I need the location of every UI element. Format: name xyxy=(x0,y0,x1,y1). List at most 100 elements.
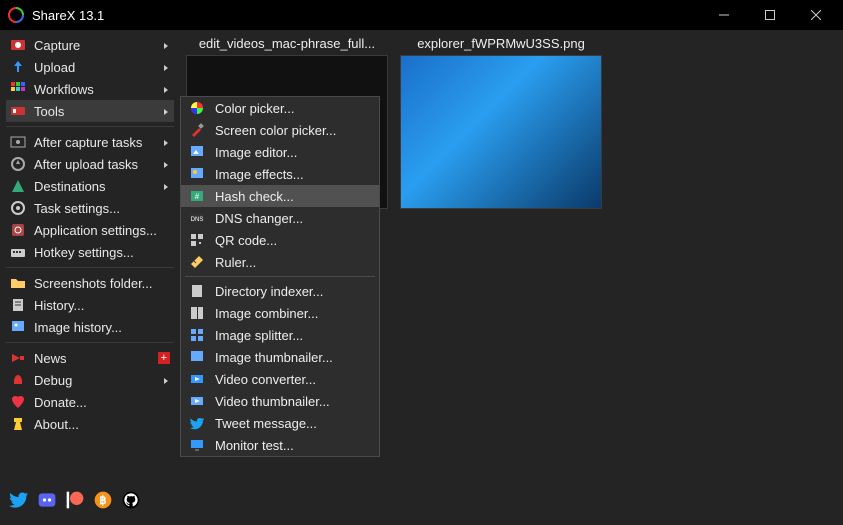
editor-icon xyxy=(189,144,205,160)
separator xyxy=(6,267,174,268)
sidebar-item-capture[interactable]: Capture xyxy=(6,34,174,56)
sidebar-item-label: Task settings... xyxy=(34,201,120,216)
submenu-item-effects[interactable]: Image effects... xyxy=(181,163,379,185)
patreon-icon[interactable] xyxy=(64,489,86,511)
separator xyxy=(6,342,174,343)
chevron-right-icon xyxy=(162,82,170,97)
sidebar-item-label: Image history... xyxy=(34,320,122,335)
sidebar-item-upload[interactable]: Upload xyxy=(6,56,174,78)
submenu-item-vthumb[interactable]: Video thumbnailer... xyxy=(181,390,379,412)
new-badge: + xyxy=(158,352,170,364)
submenu-item-combine[interactable]: Image combiner... xyxy=(181,302,379,324)
sidebar-item-label: Tools xyxy=(34,104,64,119)
chevron-right-icon xyxy=(162,60,170,75)
submenu-item-colorwheel[interactable]: Color picker... xyxy=(181,97,379,119)
folder-icon xyxy=(10,275,26,291)
sidebar-item-label: Screenshots folder... xyxy=(34,276,153,291)
sidebar-item-label: Capture xyxy=(34,38,80,53)
submenu-item-label: Image combiner... xyxy=(215,306,318,321)
sidebar-item-folder[interactable]: Screenshots folder... xyxy=(6,272,174,294)
workflows-icon xyxy=(10,81,26,97)
sidebar-item-app[interactable]: Application settings... xyxy=(6,219,174,241)
submenu-item-pipette[interactable]: Screen color picker... xyxy=(181,119,379,141)
history-icon xyxy=(10,297,26,313)
tweet-icon xyxy=(189,415,205,431)
sidebar-item-debug[interactable]: Debug xyxy=(6,369,174,391)
effects-icon xyxy=(189,166,205,182)
submenu-item-label: Tweet message... xyxy=(215,416,317,431)
chevron-right-icon xyxy=(162,373,170,388)
sidebar-item-hotkey[interactable]: Hotkey settings... xyxy=(6,241,174,263)
sidebar: Capture Upload Workflows Tools After captur… xyxy=(0,30,180,525)
dest-icon xyxy=(10,178,26,194)
maximize-button[interactable] xyxy=(747,0,793,30)
sidebar-item-history[interactable]: History... xyxy=(6,294,174,316)
twitter-icon[interactable] xyxy=(8,489,30,511)
sidebar-item-label: Destinations xyxy=(34,179,106,194)
sidebar-item-dest[interactable]: Destinations xyxy=(6,175,174,197)
submenu-item-label: Monitor test... xyxy=(215,438,294,453)
submenu-item-label: Video thumbnailer... xyxy=(215,394,330,409)
thumbnail-caption: edit_videos_mac-phrase_full... xyxy=(186,36,388,55)
thumb-icon xyxy=(189,349,205,365)
bitcoin-icon[interactable]: ฿ xyxy=(92,489,114,511)
sidebar-item-donate[interactable]: Donate... xyxy=(6,391,174,413)
hotkey-icon xyxy=(10,244,26,260)
submenu-item-label: Hash check... xyxy=(215,189,294,204)
aftercap-icon xyxy=(10,134,26,150)
svg-text:฿: ฿ xyxy=(99,494,107,507)
github-icon[interactable] xyxy=(120,489,142,511)
close-button[interactable] xyxy=(793,0,839,30)
svg-text:DNS: DNS xyxy=(191,217,204,223)
chevron-right-icon xyxy=(162,157,170,172)
minimize-button[interactable] xyxy=(701,0,747,30)
thumbnail-item[interactable]: explorer_fWPRMwU3SS.png xyxy=(400,36,602,209)
submenu-item-dir[interactable]: Directory indexer... xyxy=(181,280,379,302)
combine-icon xyxy=(189,305,205,321)
sidebar-item-about[interactable]: About... xyxy=(6,413,174,435)
sidebar-item-label: News xyxy=(34,351,67,366)
sidebar-item-news[interactable]: News + xyxy=(6,347,174,369)
vthumb-icon xyxy=(189,393,205,409)
hash-icon: # xyxy=(189,188,205,204)
imghist-icon xyxy=(10,319,26,335)
submenu-item-label: Image splitter... xyxy=(215,328,303,343)
sidebar-item-imghist[interactable]: Image history... xyxy=(6,316,174,338)
chevron-right-icon xyxy=(162,135,170,150)
submenu-item-label: Image editor... xyxy=(215,145,297,160)
sidebar-item-afterup[interactable]: After upload tasks xyxy=(6,153,174,175)
submenu-item-label: DNS changer... xyxy=(215,211,303,226)
sidebar-item-label: Workflows xyxy=(34,82,94,97)
split-icon xyxy=(189,327,205,343)
sidebar-item-task[interactable]: Task settings... xyxy=(6,197,174,219)
submenu-item-split[interactable]: Image splitter... xyxy=(181,324,379,346)
submenu-item-ruler[interactable]: Ruler... xyxy=(181,251,379,273)
submenu-item-label: Color picker... xyxy=(215,101,294,116)
submenu-item-monitor[interactable]: Monitor test... xyxy=(181,434,379,456)
sidebar-item-tools[interactable]: Tools xyxy=(6,100,174,122)
submenu-item-label: Image thumbnailer... xyxy=(215,350,333,365)
debug-icon xyxy=(10,372,26,388)
sidebar-item-label: After capture tasks xyxy=(34,135,142,150)
sidebar-item-label: Debug xyxy=(34,373,72,388)
discord-icon[interactable] xyxy=(36,489,58,511)
submenu-item-tweet[interactable]: Tweet message... xyxy=(181,412,379,434)
chevron-right-icon xyxy=(162,104,170,119)
titlebar: ShareX 13.1 xyxy=(0,0,843,30)
sidebar-item-workflows[interactable]: Workflows xyxy=(6,78,174,100)
submenu-item-video[interactable]: Video converter... xyxy=(181,368,379,390)
upload-icon xyxy=(10,59,26,75)
submenu-item-editor[interactable]: Image editor... xyxy=(181,141,379,163)
svg-text:#: # xyxy=(195,192,200,201)
submenu-item-dns[interactable]: DNS DNS changer... xyxy=(181,207,379,229)
submenu-item-thumb[interactable]: Image thumbnailer... xyxy=(181,346,379,368)
submenu-item-hash[interactable]: # Hash check... xyxy=(181,185,379,207)
submenu-item-qr[interactable]: QR code... xyxy=(181,229,379,251)
sidebar-item-aftercap[interactable]: After capture tasks xyxy=(6,131,174,153)
pipette-icon xyxy=(189,122,205,138)
video-icon xyxy=(189,371,205,387)
sidebar-item-label: Hotkey settings... xyxy=(34,245,134,260)
news-icon xyxy=(10,350,26,366)
separator xyxy=(6,126,174,127)
task-icon xyxy=(10,200,26,216)
